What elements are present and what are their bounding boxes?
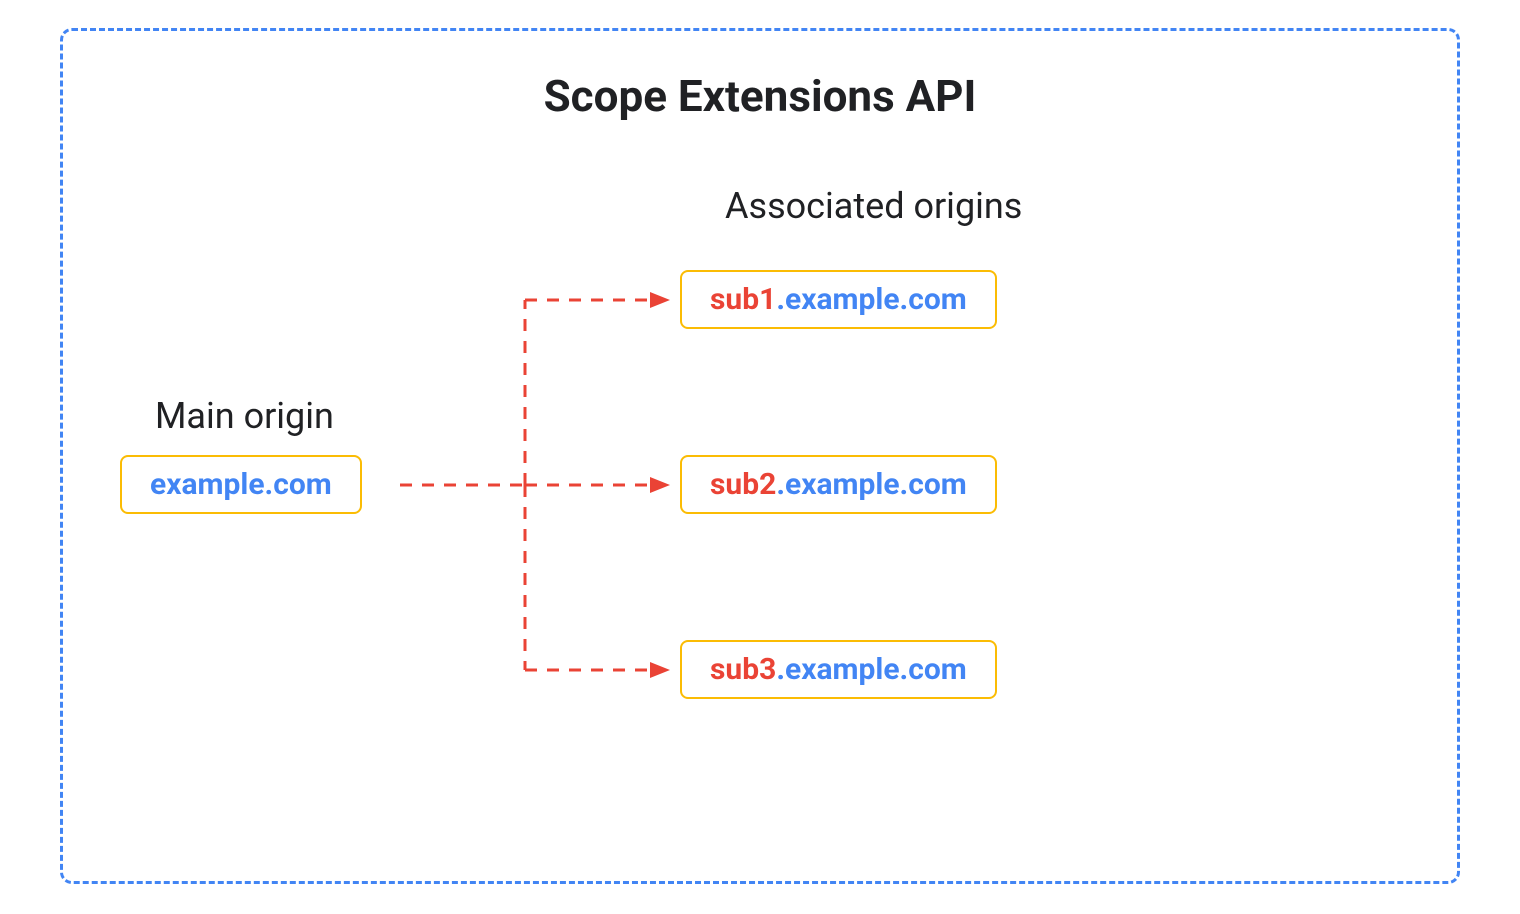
main-origin-label: Main origin — [155, 395, 334, 437]
main-origin-domain: example.com — [150, 467, 332, 502]
domain-suffix-1: .example.com — [776, 282, 966, 317]
domain-suffix-3: .example.com — [776, 652, 966, 687]
sub-prefix-1: sub1 — [710, 282, 776, 317]
domain-suffix-2: .example.com — [776, 467, 966, 502]
associated-origin-box-3: sub3.example.com — [680, 640, 997, 699]
associated-origin-box-2: sub2.example.com — [680, 455, 997, 514]
main-origin-box: example.com — [120, 455, 362, 514]
sub-prefix-2: sub2 — [710, 467, 776, 502]
diagram-title: Scope Extensions API — [544, 70, 977, 122]
associated-origins-label: Associated origins — [725, 185, 1022, 227]
associated-origin-box-1: sub1.example.com — [680, 270, 997, 329]
sub-prefix-3: sub3 — [710, 652, 776, 687]
